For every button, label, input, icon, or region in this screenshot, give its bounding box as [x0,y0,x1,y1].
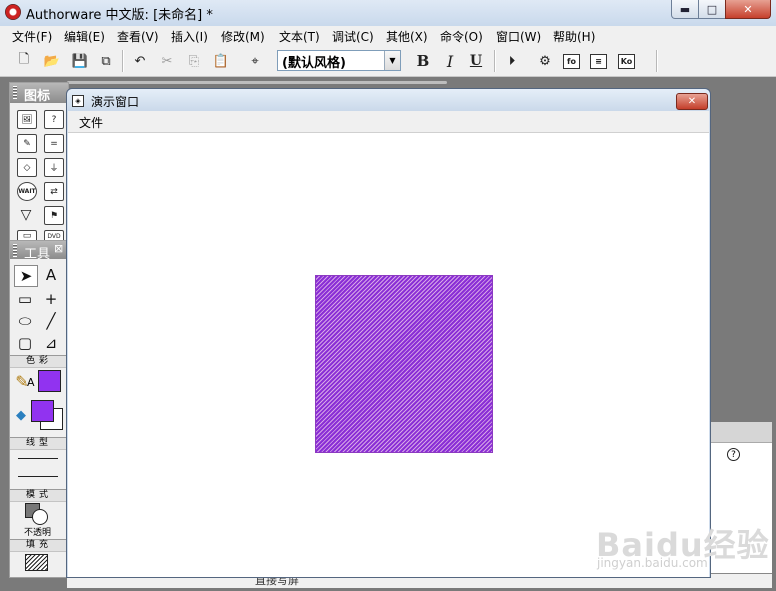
variables-button[interactable]: ≡ [590,54,607,69]
line-style-option[interactable] [18,476,58,477]
presentation-window-icon: ◈ [72,95,84,107]
icons-palette-title: 图标 [24,89,51,104]
grip-icon[interactable] [13,244,17,257]
color-section-label: 色彩 [10,355,68,368]
framework-icon[interactable]: ⚑ [44,206,64,225]
menu-other[interactable]: 其他(X) [386,28,428,45]
cut-icon[interactable]: ✂ [157,51,177,71]
thin-line-option[interactable] [18,458,58,459]
fill-bucket-icon[interactable]: ◆ [10,405,32,425]
bold-button[interactable]: B [413,51,433,71]
mode-value: 不透明 [24,528,52,538]
presentation-window: ◈ 演示窗口 ✕ 文件 [66,88,711,578]
navigate-icon[interactable]: ⇄ [44,182,64,201]
menu-text[interactable]: 文本(T) [279,28,320,45]
menu-insert[interactable]: 插入(I) [171,28,208,45]
polygon-tool[interactable]: ⊿ [40,333,62,353]
open-file-icon[interactable]: 📂 [42,51,62,71]
import-icon[interactable]: ⧉ [96,51,116,71]
fill-section-label: 填充 [10,539,68,552]
menu-debug[interactable]: 调试(C) [332,28,374,45]
watermark-url: jingyan.baidu.com [597,556,708,570]
presentation-menu-bar: 文件 [68,111,709,133]
interaction-icon[interactable]: ? [44,110,64,129]
design-window-edge [67,81,447,84]
menu-window[interactable]: 窗口(W) [496,28,541,45]
tools-palette: 工具 ⊠ ➤ A ▭ + ⬭ ╱ ▢ ⊿ 色彩 ✎ A ◆ 线型 模式 不透明 … [9,240,69,578]
wait-icon[interactable]: WAIT [17,182,37,201]
app-logo-icon [5,4,21,20]
restart-icon[interactable]: ⏵ [502,51,522,71]
presentation-canvas[interactable] [68,133,709,577]
tools-palette-title: 工具 [24,247,51,262]
erase-icon[interactable]: ◇ [17,158,37,177]
paste-icon[interactable]: 📋 [211,51,231,71]
presentation-window-title: 演示窗口 [91,95,140,109]
maximize-button[interactable]: □ [698,0,726,19]
icons-palette-header[interactable]: 图标 [10,83,68,104]
menu-file[interactable]: 文件(F) [12,28,52,45]
tools-palette-header[interactable]: 工具 ⊠ [10,241,68,262]
close-icon[interactable]: ⊠ [54,242,63,255]
background-panel-header [709,422,772,443]
display-icon[interactable]: 🖼 [17,110,37,129]
menu-view[interactable]: 查看(V) [117,28,159,45]
knowledge-objects-button[interactable]: Ko [618,54,635,69]
rounded-rectangle-tool[interactable]: ▢ [14,333,36,353]
undo-icon[interactable]: ↶ [130,51,150,71]
straight-line-tool[interactable]: + [40,289,62,309]
minimize-button[interactable]: ▬ [671,0,699,19]
decision-icon[interactable]: ▽ [17,206,35,223]
calculation-icon[interactable]: = [44,134,64,153]
line-type-section-label: 线型 [10,437,68,450]
grip-icon[interactable] [13,86,17,99]
toolbar-separator [494,50,496,72]
diagonal-line-tool[interactable]: ╱ [40,311,62,331]
presentation-close-button[interactable]: ✕ [676,93,708,110]
copy-icon[interactable]: ⎘ [184,51,204,71]
menu-edit[interactable]: 编辑(E) [64,28,105,45]
text-color-label: A [27,376,35,389]
save-all-icon[interactable]: 💾 [70,51,90,71]
menu-command[interactable]: 命令(O) [440,28,483,45]
italic-button[interactable]: I [440,51,460,71]
toolbar-separator [656,50,658,72]
toolbar-separator [122,50,124,72]
mode-circle-icon[interactable] [32,509,48,525]
motion-icon[interactable]: ✎ [17,134,37,153]
toolbar: 🗋 📂 💾 ⧉ ↶ ✂ ⎘ 📋 ⌖ (默认风格) ▼ B I U ⏵ ⚙ fo … [0,46,776,77]
underline-button[interactable]: U [466,51,486,71]
ellipse-tool[interactable]: ⬭ [14,311,36,331]
functions-button[interactable]: fo [563,54,580,69]
menu-modify[interactable]: 修改(M) [221,28,265,45]
title-bar: Authorware 中文版: [未命名] * ▬ □ ✕ [0,0,776,27]
text-style-value: (默认风格) [282,56,346,71]
text-style-dropdown[interactable]: (默认风格) ▼ [277,50,401,71]
chevron-down-icon[interactable]: ▼ [384,51,400,70]
pointer-tool[interactable]: ➤ [14,265,38,287]
rectangle-tool[interactable]: ▭ [14,289,36,309]
help-icon[interactable]: ? [727,448,740,461]
control-panel-icon[interactable]: ⚙ [535,51,555,71]
line-color-swatch[interactable] [38,370,61,392]
map-icon[interactable]: ⏚ [44,158,64,177]
presentation-menu-file[interactable]: 文件 [79,114,103,131]
menu-help[interactable]: 帮助(H) [553,28,595,45]
foreground-color-swatch[interactable] [31,400,54,422]
mode-section-label: 模式 [10,489,68,502]
purple-hatched-rectangle[interactable] [315,275,493,453]
find-replace-icon[interactable]: ⌖ [245,51,265,71]
icons-palette: 图标 🖼 ? ✎ = ◇ ⏚ WAIT ⇄ ▽ ⚑ ▭ DVD [9,82,69,244]
presentation-window-title-bar[interactable]: ◈ 演示窗口 ✕ [67,89,710,111]
new-file-icon[interactable]: 🗋 [14,51,34,71]
fill-pattern-swatch[interactable] [25,554,48,571]
menu-bar: 文件(F) 编辑(E) 查看(V) 插入(I) 修改(M) 文本(T) 调试(C… [0,26,776,47]
window-title: Authorware 中文版: [未命名] * [26,8,213,23]
close-button[interactable]: ✕ [725,0,771,19]
text-tool[interactable]: A [40,265,62,285]
